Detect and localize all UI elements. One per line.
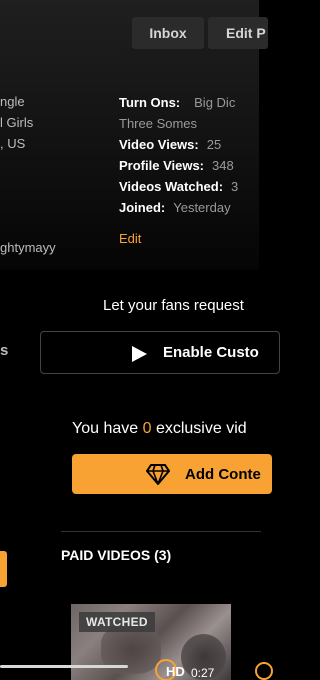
edit-profile-button[interactable]: Edit P [208, 17, 268, 49]
watched-badge: WATCHED [79, 612, 155, 632]
inbox-button[interactable]: Inbox [132, 17, 204, 49]
videos-watched-label: Videos Watched: [119, 179, 224, 194]
diamond-icon [146, 464, 170, 485]
profile-views-label: Profile Views: [119, 158, 205, 173]
profile-info-line: , US [0, 136, 26, 151]
paid-videos-heading: PAID VIDEOS (3) [61, 547, 172, 563]
profile-views-row: Profile Views: 348 [119, 157, 234, 175]
side-panel-edge[interactable] [0, 551, 7, 587]
joined-row: Joined: Yesterday [119, 199, 231, 217]
profile-views-value: 348 [212, 158, 234, 173]
profile-info-line: l Girls [0, 115, 34, 130]
edit-profile-link[interactable]: Edit [119, 231, 141, 246]
video-thumbnail[interactable]: WATCHED HD 0:27 [71, 604, 231, 680]
exclusive-prefix: You have [72, 420, 139, 437]
turn-ons-value-2: Three Somes [119, 116, 198, 131]
joined-label: Joined: [119, 200, 166, 215]
turn-ons-value: Big Dic [194, 95, 236, 110]
add-content-button[interactable]: Add Conte [72, 454, 272, 494]
play-ring-icon [255, 662, 273, 680]
username-text: ghtymayy [0, 240, 56, 255]
turn-ons-row-2: Three Somes [119, 115, 197, 133]
profile-info-line: ngle [0, 94, 25, 109]
add-content-label: Add Conte [185, 466, 261, 483]
play-icon [132, 346, 147, 362]
video-views-row: Video Views: 25 [119, 136, 221, 154]
hd-badge: HD [166, 664, 185, 679]
videos-watched-row: Videos Watched: 3 [119, 178, 238, 196]
enable-button-label: Enable Custo [163, 344, 259, 361]
section-divider [61, 531, 261, 532]
exclusive-videos-text: You have 0 exclusive vid [72, 420, 247, 438]
video-duration: 0:27 [191, 666, 215, 680]
turn-ons-row: Turn Ons: Big Dic [119, 94, 235, 112]
section-label-fragment: s [0, 342, 9, 359]
exclusive-suffix: exclusive vid [155, 420, 247, 437]
turn-ons-label: Turn Ons: [119, 95, 181, 110]
joined-value: Yesterday [173, 200, 231, 215]
enable-custom-requests-button[interactable]: Enable Custo [40, 331, 280, 374]
horizontal-scrollbar[interactable] [0, 665, 128, 668]
exclusive-count: 0 [142, 420, 152, 437]
fans-request-text: Let your fans request [103, 297, 244, 314]
video-views-value: 25 [206, 137, 222, 152]
video-views-label: Video Views: [119, 137, 199, 152]
videos-watched-value: 3 [231, 179, 239, 194]
